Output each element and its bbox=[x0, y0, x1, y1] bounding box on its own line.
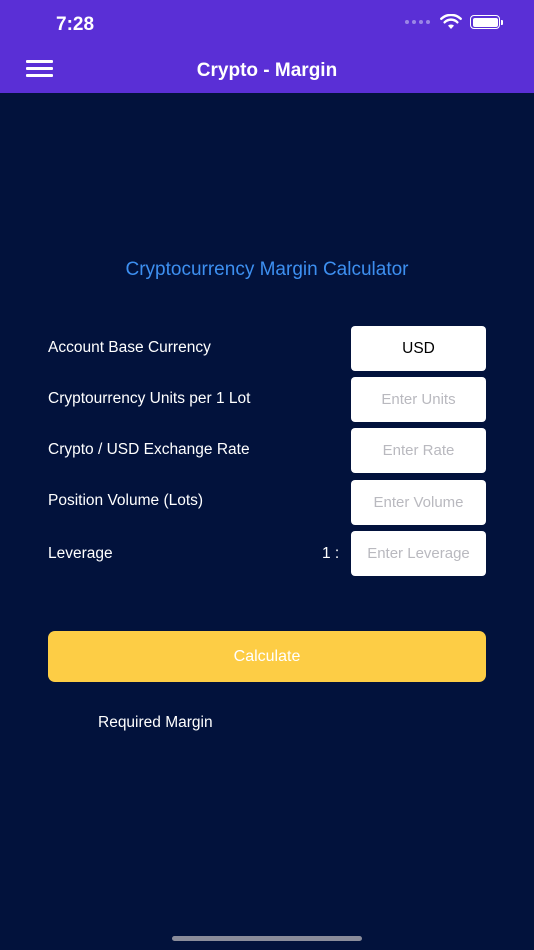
wifi-icon bbox=[440, 14, 462, 29]
base-currency-button[interactable]: USD bbox=[351, 326, 486, 371]
nav-title: Crypto - Margin bbox=[196, 60, 338, 81]
units-per-lot-label: Cryptourrency Units per 1 Lot bbox=[48, 390, 251, 407]
exchange-rate-input[interactable] bbox=[351, 428, 486, 473]
units-per-lot-input[interactable] bbox=[351, 377, 486, 422]
status-time: 7:28 bbox=[56, 14, 95, 35]
exchange-rate-label: Crypto / USD Exchange Rate bbox=[48, 441, 250, 458]
calculator-title: Cryptocurrency Margin Calculator bbox=[125, 259, 409, 280]
required-margin-label: Required Margin bbox=[98, 714, 213, 731]
leverage-input[interactable] bbox=[351, 531, 486, 576]
position-volume-input[interactable] bbox=[351, 480, 486, 525]
calculate-button[interactable]: Calculate bbox=[48, 631, 486, 682]
base-currency-label: Account Base Currency bbox=[48, 339, 211, 356]
battery-icon bbox=[470, 15, 503, 29]
leverage-label: Leverage bbox=[48, 545, 113, 562]
position-volume-label: Position Volume (Lots) bbox=[48, 492, 204, 509]
status-icons bbox=[405, 14, 503, 30]
home-indicator[interactable] bbox=[172, 936, 362, 941]
header-bar: 7:28 Crypto - Margin bbox=[0, 0, 534, 93]
leverage-ratio-prefix: 1 : bbox=[322, 545, 340, 562]
signal-icon bbox=[405, 20, 430, 24]
